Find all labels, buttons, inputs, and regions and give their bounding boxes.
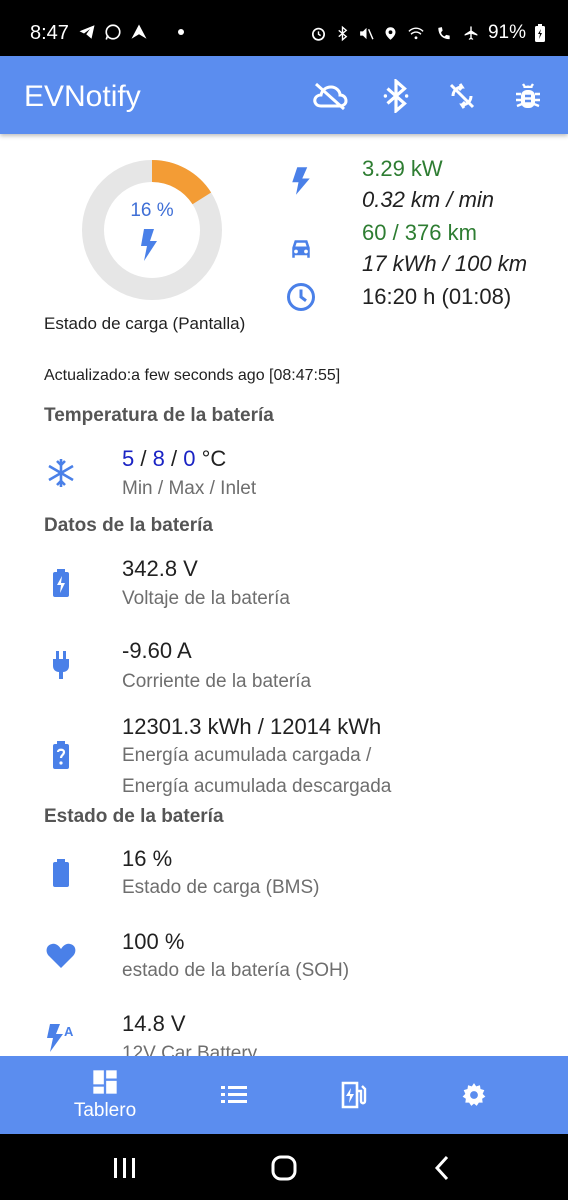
temp-max: 8 <box>152 446 165 471</box>
snowflake-icon <box>44 456 78 490</box>
temp-inlet: 0 <box>183 446 196 471</box>
soh-label: estado de la batería (SOH) <box>122 960 350 981</box>
recent-apps-icon[interactable] <box>112 1156 138 1180</box>
list-icon <box>221 1086 247 1103</box>
airplane-icon <box>464 25 478 40</box>
sync-disabled-icon[interactable] <box>444 78 480 114</box>
section-battery-state: Estado de la batería <box>44 806 224 827</box>
consumption-value: 17 kWh / 100 km <box>362 251 528 276</box>
soc-caption: Estado de carga (Pantalla) <box>44 314 246 333</box>
alarm-icon <box>311 27 325 41</box>
bluetooth-icon <box>338 25 348 41</box>
battery-full-icon <box>44 856 78 890</box>
wifi-icon <box>408 26 424 39</box>
soc-gauge: 16 % <box>82 160 222 300</box>
dashboard-icon <box>93 1070 117 1094</box>
nav-settings[interactable] <box>444 1056 504 1134</box>
energy-label-1: Energía acumulada cargada / <box>122 745 372 766</box>
app-title: EVNotify <box>24 80 141 113</box>
temp-unit: °C <box>201 446 227 471</box>
bug-icon[interactable] <box>510 78 546 114</box>
auto-flash-icon: A <box>44 1020 78 1054</box>
temp-min: 5 <box>122 446 135 471</box>
app-bar: EVNotify <box>0 56 568 134</box>
soc-bms-value: 16 % <box>122 846 173 871</box>
aux-label: 12V Car Battery <box>122 1043 258 1056</box>
power-bolt-icon <box>292 167 310 195</box>
mute-icon <box>360 27 374 39</box>
power-value: 3.29 kW <box>362 156 443 181</box>
range-value: 60 / 376 km <box>362 220 477 245</box>
soc-percent: 16 % <box>130 200 174 221</box>
voltage-label: Voltaje de la batería <box>122 588 290 609</box>
whatsapp-icon <box>105 24 121 40</box>
home-icon[interactable] <box>270 1154 298 1182</box>
nav-charging[interactable] <box>324 1056 384 1134</box>
energy-label-2: Energía acumulada descargada <box>122 776 392 797</box>
current-value: -9.60 A <box>122 638 192 663</box>
dashboard-content[interactable]: 16 % Estado de carga (Pantalla) 3.29 kW … <box>0 134 568 1056</box>
heart-icon <box>44 938 78 972</box>
status-bar: 8:47 91% <box>0 0 568 56</box>
section-battery-data: Datos de la batería <box>44 515 213 536</box>
app-icon <box>131 24 147 39</box>
car-icon <box>292 240 310 258</box>
svg-text:A: A <box>64 1024 74 1039</box>
bluetooth-icon[interactable] <box>378 78 414 114</box>
notification-dot <box>178 29 184 35</box>
battery-charging-icon <box>535 24 545 42</box>
telegram-icon <box>79 25 95 39</box>
soc-bms-label: Estado de carga (BMS) <box>122 877 320 898</box>
updated-text: Actualizado:a few seconds ago [08:47:55] <box>44 367 341 384</box>
bolt-icon <box>141 229 157 261</box>
bottom-nav: Tablero <box>0 1056 568 1134</box>
energy-value: 12301.3 kWh / 12014 kWh <box>122 714 382 739</box>
current-label: Corriente de la batería <box>122 671 312 692</box>
system-nav-bar <box>0 1134 568 1200</box>
nav-tablero-label: Tablero <box>73 1100 137 1121</box>
wifi-call-icon <box>438 26 450 39</box>
speed-value: 0.32 km / min <box>362 187 495 212</box>
voltage-value: 342.8 V <box>122 556 198 581</box>
time-value: 16:20 h (01:08) <box>362 284 512 309</box>
back-icon[interactable] <box>432 1154 452 1182</box>
clock-icon <box>287 283 315 311</box>
battery-unknown-icon <box>44 738 78 772</box>
section-temperature: Temperatura de la batería <box>44 405 274 426</box>
temperature-label: Min / Max / Inlet <box>122 478 257 499</box>
location-icon <box>385 26 396 40</box>
temperature-value: 5 / 8 / 0 °C <box>122 446 227 471</box>
nav-list[interactable] <box>204 1056 264 1134</box>
battery-charging-icon <box>44 566 78 600</box>
charging-station-icon <box>341 1081 367 1109</box>
nav-tablero[interactable]: Tablero <box>62 1056 148 1134</box>
battery-percent: 91% <box>487 22 526 43</box>
status-time: 8:47 <box>30 22 69 44</box>
plug-icon <box>44 648 78 682</box>
aux-value: 14.8 V <box>122 1011 186 1036</box>
soh-value: 100 % <box>122 929 185 954</box>
cloud-off-icon[interactable] <box>312 78 348 114</box>
settings-icon <box>462 1083 486 1106</box>
